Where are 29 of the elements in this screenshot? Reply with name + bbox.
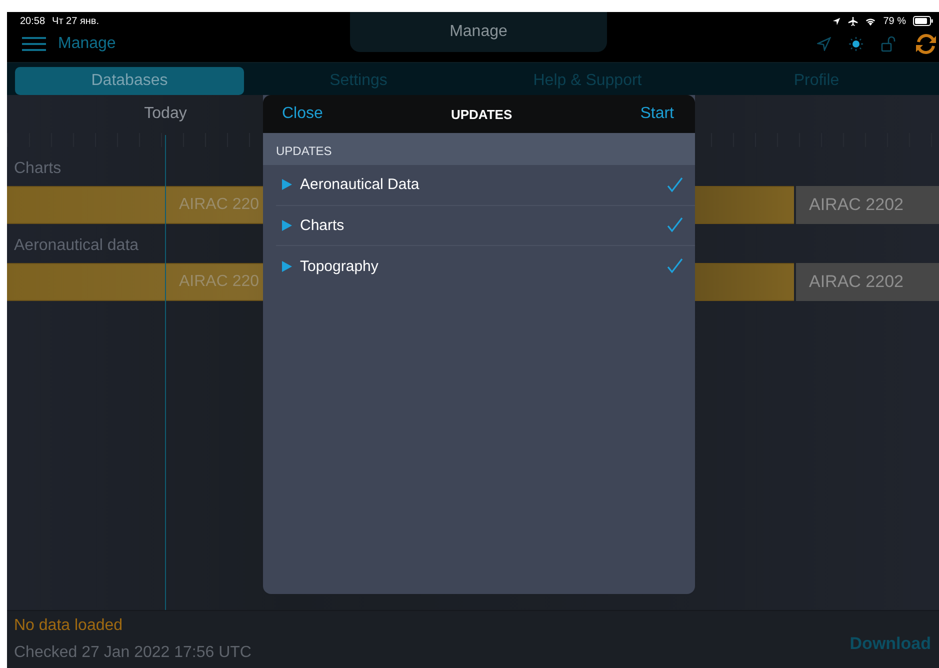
- status-date: Чт 27 янв.: [52, 16, 99, 26]
- today-label: Today: [144, 105, 187, 123]
- status-message: No data loaded: [14, 617, 124, 635]
- section-header: UPDATES: [263, 133, 695, 165]
- checked-time: Checked 27 Jan 2022 17:56 UTC: [14, 644, 252, 662]
- expand-triangle-icon: [282, 260, 292, 272]
- header-title: Manage: [350, 12, 607, 52]
- battery-percent: 79 %: [883, 16, 906, 26]
- database-label: Charts: [14, 160, 62, 178]
- cycle-label: AIRAC 2202: [796, 186, 939, 224]
- status-time: 20:58: [20, 16, 46, 26]
- cycle-label: AIRAC 220: [179, 196, 260, 214]
- close-button[interactable]: Close: [282, 105, 323, 123]
- database-label: Aeronautical data: [14, 237, 139, 255]
- airplane-icon: [848, 16, 858, 26]
- dialog-title: UPDATES: [450, 106, 514, 122]
- tab[interactable]: Databases: [15, 67, 244, 95]
- wifi-icon: [865, 16, 876, 26]
- expand-triangle-icon: [282, 220, 292, 231]
- cycle-label: AIRAC 2202: [796, 263, 939, 301]
- expand-triangle-icon: [282, 179, 292, 190]
- menu-button[interactable]: Manage: [22, 35, 116, 53]
- menu-icon: [22, 37, 46, 51]
- location-icon: [832, 16, 842, 26]
- sync-icon[interactable]: [915, 33, 937, 55]
- cycle-label: AIRAC 220: [179, 273, 260, 291]
- sun-icon[interactable]: [849, 37, 863, 51]
- battery-icon: [913, 16, 933, 26]
- start-button[interactable]: Start: [640, 105, 674, 123]
